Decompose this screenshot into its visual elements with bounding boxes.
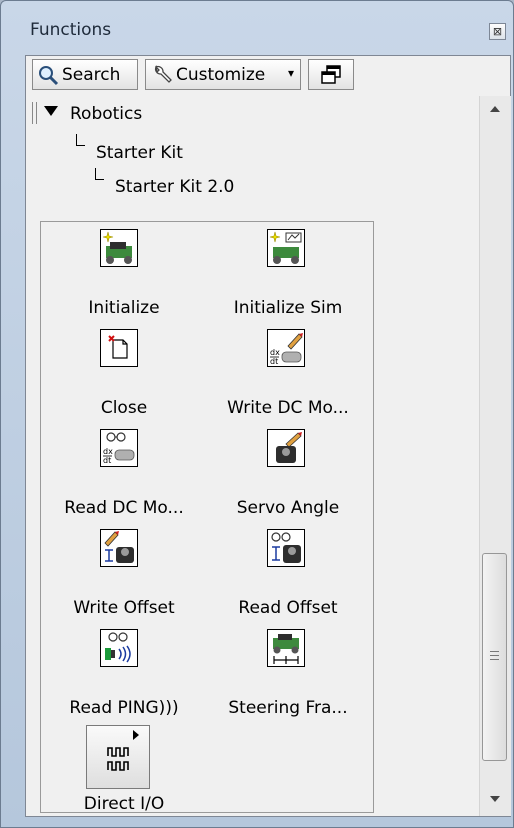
- tree-branch-line: [95, 168, 104, 180]
- svg-text:dt: dt: [270, 357, 278, 366]
- robot-initialize-icon: [100, 229, 138, 267]
- tree-branch-line: [76, 134, 85, 146]
- scroll-down-icon[interactable]: [490, 796, 500, 802]
- search-label: Search: [62, 65, 121, 85]
- palette-item-label: Write Offset: [73, 598, 175, 618]
- tree-item-starter-kit-2[interactable]: Starter Kit 2.0: [115, 177, 234, 197]
- palette-item-write-dc-motor[interactable]: dx dt Write DC Mo...: [205, 322, 371, 422]
- palette-item-read-offset[interactable]: Read Offset: [205, 522, 371, 622]
- windows-icon: [321, 65, 341, 84]
- chevron-down-icon: ▾: [288, 66, 295, 80]
- palette-item-label: Steering Fra...: [228, 698, 348, 718]
- robot-initialize-sim-icon: [267, 229, 305, 267]
- tree-item-robotics[interactable]: Robotics: [70, 104, 142, 124]
- palette-item-close[interactable]: Close: [41, 322, 207, 422]
- scroll-thumb[interactable]: [482, 553, 507, 761]
- search-button[interactable]: Search: [32, 59, 138, 90]
- read-ping-icon: [100, 629, 138, 667]
- vertical-scrollbar[interactable]: [479, 96, 511, 816]
- read-dc-motor-icon: dx dt: [100, 429, 138, 467]
- palette-item-label: Servo Angle: [236, 498, 340, 518]
- close-button[interactable]: ⊠: [489, 23, 506, 40]
- palette-item-read-dc-motor[interactable]: dx dt Read DC Mo...: [41, 422, 207, 522]
- palette-item-label: Close: [100, 398, 148, 418]
- search-icon: [39, 66, 59, 86]
- palette-item-steering-frame[interactable]: Steering Fra...: [205, 622, 371, 722]
- palette-item-label: Write DC Mo...: [227, 398, 349, 418]
- svg-text:dt: dt: [103, 456, 111, 465]
- direct-io-icon: [86, 725, 150, 789]
- palette-item-servo-angle[interactable]: Servo Angle: [205, 422, 371, 522]
- functions-palette-window: Functions ⊠ Search Customize ▾ Robotics …: [0, 0, 514, 828]
- svg-text:dx: dx: [103, 447, 113, 456]
- read-offset-icon: [267, 529, 305, 567]
- palette-item-label: Read Offset: [238, 598, 338, 618]
- vi-palette-grid: Initialize Initialize Sim Close dx dt Wr…: [40, 221, 374, 814]
- write-dc-motor-icon: dx dt: [267, 329, 305, 367]
- palette-item-label: Initialize Sim: [233, 298, 343, 318]
- scroll-up-icon[interactable]: [490, 106, 500, 112]
- steering-frame-icon: [267, 629, 305, 667]
- close-reference-icon: [100, 329, 138, 367]
- palette-item-label: Read DC Mo...: [64, 498, 184, 518]
- palette-item-initialize[interactable]: Initialize: [41, 222, 207, 322]
- palette-item-read-ping[interactable]: Read PING))): [41, 622, 207, 722]
- tree-drag-handle[interactable]: [32, 102, 37, 124]
- palette-item-write-offset[interactable]: Write Offset: [41, 522, 207, 622]
- palette-item-label: Direct I/O: [83, 794, 165, 814]
- customize-button[interactable]: Customize ▾: [145, 59, 301, 90]
- window-mode-button[interactable]: [308, 59, 354, 90]
- palette-scroll-area: Robotics Starter Kit Starter Kit 2.0 Ini…: [26, 96, 477, 816]
- svg-text:dx: dx: [270, 348, 280, 357]
- expand-caret-icon[interactable]: [44, 106, 58, 116]
- wrench-icon: [154, 64, 172, 83]
- palette-item-label: Initialize: [88, 298, 160, 318]
- palette-item-label: Read PING))): [69, 698, 179, 718]
- palette-item-direct-io[interactable]: Direct I/O: [41, 722, 207, 814]
- palette-panel: Search Customize ▾ Robotics Starter Kit …: [25, 55, 511, 817]
- customize-label: Customize: [176, 65, 266, 85]
- write-offset-icon: [100, 529, 138, 567]
- palette-item-initialize-sim[interactable]: Initialize Sim: [205, 222, 371, 322]
- servo-angle-icon: [267, 429, 305, 467]
- window-title: Functions: [30, 20, 112, 40]
- tree-item-starter-kit[interactable]: Starter Kit: [96, 143, 183, 163]
- title-bar[interactable]: Functions ⊠: [1, 1, 513, 43]
